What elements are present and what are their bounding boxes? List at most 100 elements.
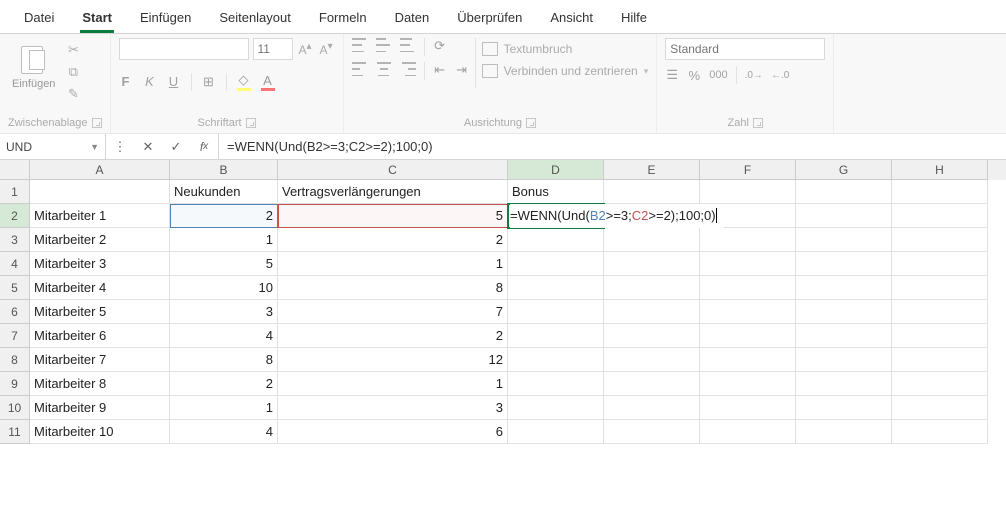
cell-H6[interactable]	[892, 300, 988, 324]
italic-button[interactable]: K	[143, 74, 157, 89]
cell-C5[interactable]: 8	[278, 276, 508, 300]
accept-formula-button[interactable]: ✓	[162, 134, 190, 159]
row-header-5[interactable]: 5	[0, 276, 30, 300]
cell-F7[interactable]	[700, 324, 796, 348]
row-header-2[interactable]: 2	[0, 204, 30, 228]
format-painter-icon[interactable]: ✎	[65, 86, 81, 102]
cell-E8[interactable]	[604, 348, 700, 372]
align-middle-button[interactable]	[376, 38, 392, 52]
cut-icon[interactable]: ✂	[65, 42, 81, 58]
cell-H11[interactable]	[892, 420, 988, 444]
tab-daten[interactable]: Daten	[381, 4, 444, 33]
number-format-select[interactable]	[665, 38, 825, 60]
cell-E4[interactable]	[604, 252, 700, 276]
tab-formeln[interactable]: Formeln	[305, 4, 381, 33]
cell-C2[interactable]: 5	[278, 204, 508, 228]
align-center-button[interactable]	[376, 62, 392, 76]
fill-color-button[interactable]: ◇	[237, 72, 251, 91]
borders-button[interactable]: ⊞	[202, 74, 216, 90]
increase-indent-button[interactable]: ⇥	[455, 62, 469, 80]
cell-E10[interactable]	[604, 396, 700, 420]
cell-H3[interactable]	[892, 228, 988, 252]
cell-D4[interactable]	[508, 252, 604, 276]
align-bottom-button[interactable]	[400, 38, 416, 52]
cell-A7[interactable]: Mitarbeiter 6	[30, 324, 170, 348]
cell-E3[interactable]	[604, 228, 700, 252]
accounting-format-button[interactable]: ☰	[665, 67, 679, 83]
cell-A8[interactable]: Mitarbeiter 7	[30, 348, 170, 372]
select-all-corner[interactable]	[0, 160, 30, 180]
cell-C4[interactable]: 1	[278, 252, 508, 276]
cell-F11[interactable]	[700, 420, 796, 444]
tab-start[interactable]: Start	[68, 4, 126, 33]
expand-namebox-icon[interactable]: ⋮	[106, 134, 134, 159]
cell-C3[interactable]: 2	[278, 228, 508, 252]
row-header-8[interactable]: 8	[0, 348, 30, 372]
dialog-launcher-icon[interactable]	[92, 118, 102, 128]
tab-hilfe[interactable]: Hilfe	[607, 4, 661, 33]
cell-H1[interactable]	[892, 180, 988, 204]
cell-H4[interactable]	[892, 252, 988, 276]
cell-G2[interactable]	[796, 204, 892, 228]
font-size-select[interactable]	[253, 38, 293, 60]
column-header-C[interactable]: C	[278, 160, 508, 180]
row-header-6[interactable]: 6	[0, 300, 30, 324]
cell-F8[interactable]	[700, 348, 796, 372]
column-header-E[interactable]: E	[604, 160, 700, 180]
cell-G10[interactable]	[796, 396, 892, 420]
cell-E1[interactable]	[604, 180, 700, 204]
cell-H5[interactable]	[892, 276, 988, 300]
formula-input[interactable]: =WENN(Und(B2>=3;C2>=2);100;0)	[219, 139, 1006, 154]
cell-B10[interactable]: 1	[170, 396, 278, 420]
cell-E9[interactable]	[604, 372, 700, 396]
cell-A3[interactable]: Mitarbeiter 2	[30, 228, 170, 252]
cell-F6[interactable]	[700, 300, 796, 324]
cell-D1[interactable]: Bonus	[508, 180, 604, 204]
column-header-G[interactable]: G	[796, 160, 892, 180]
cell-E11[interactable]	[604, 420, 700, 444]
cell-A11[interactable]: Mitarbeiter 10	[30, 420, 170, 444]
paste-button[interactable]: Einfügen	[8, 38, 59, 92]
cell-E5[interactable]	[604, 276, 700, 300]
tab-datei[interactable]: Datei	[10, 4, 68, 33]
column-header-H[interactable]: H	[892, 160, 988, 180]
cancel-formula-button[interactable]: ✕	[134, 134, 162, 159]
cell-D3[interactable]	[508, 228, 604, 252]
cell-G11[interactable]	[796, 420, 892, 444]
cell-D9[interactable]	[508, 372, 604, 396]
cell-G7[interactable]	[796, 324, 892, 348]
cell-G8[interactable]	[796, 348, 892, 372]
cell-G4[interactable]	[796, 252, 892, 276]
cell-F1[interactable]	[700, 180, 796, 204]
cell-B2[interactable]: 2	[170, 204, 278, 228]
underline-button[interactable]: U	[167, 74, 181, 89]
name-box[interactable]: UND▼	[0, 134, 106, 159]
cell-D8[interactable]	[508, 348, 604, 372]
cell-H10[interactable]	[892, 396, 988, 420]
orientation-button[interactable]: ⟳	[433, 38, 447, 56]
row-header-3[interactable]: 3	[0, 228, 30, 252]
cell-F3[interactable]	[700, 228, 796, 252]
cell-C6[interactable]: 7	[278, 300, 508, 324]
cell-G3[interactable]	[796, 228, 892, 252]
cell-D11[interactable]	[508, 420, 604, 444]
font-name-select[interactable]	[119, 38, 249, 60]
cell-D10[interactable]	[508, 396, 604, 420]
cell-G6[interactable]	[796, 300, 892, 324]
cell-D7[interactable]	[508, 324, 604, 348]
cell-A5[interactable]: Mitarbeiter 4	[30, 276, 170, 300]
cell-H7[interactable]	[892, 324, 988, 348]
decrease-decimal-button[interactable]: ←.0	[771, 70, 789, 81]
wrap-text-button[interactable]: Textumbruch	[482, 42, 649, 56]
column-header-B[interactable]: B	[170, 160, 278, 180]
tab-einfügen[interactable]: Einfügen	[126, 4, 205, 33]
cell-G1[interactable]	[796, 180, 892, 204]
increase-font-icon[interactable]: A▴	[297, 41, 314, 57]
cell-B6[interactable]: 3	[170, 300, 278, 324]
cell-C1[interactable]: Vertragsverlängerungen	[278, 180, 508, 204]
dialog-launcher-icon[interactable]	[246, 118, 256, 128]
cell-B4[interactable]: 5	[170, 252, 278, 276]
column-header-D[interactable]: D	[508, 160, 604, 180]
cell-C10[interactable]: 3	[278, 396, 508, 420]
font-color-button[interactable]: A	[261, 73, 275, 91]
